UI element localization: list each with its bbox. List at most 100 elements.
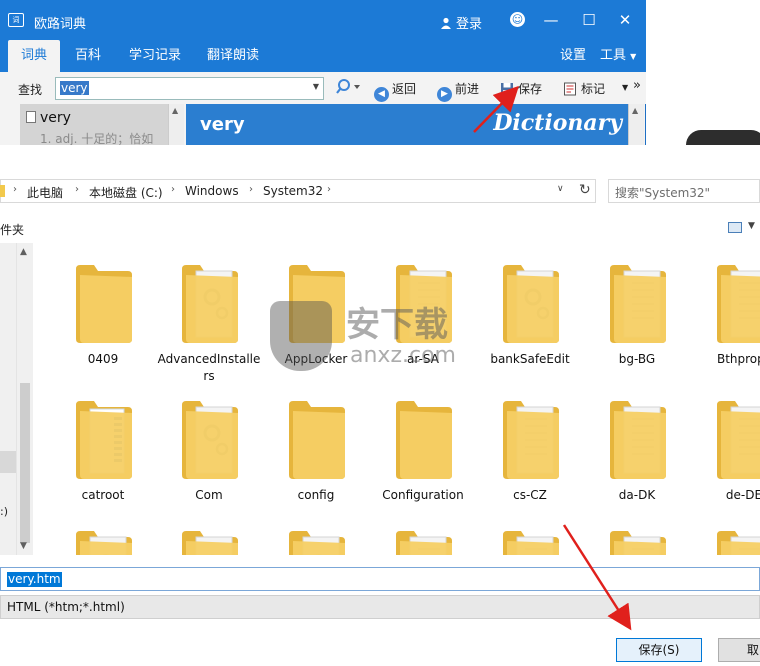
forward-label: 前进: [455, 82, 480, 96]
navigation-scrollbar[interactable]: ▲ ▼: [16, 243, 33, 555]
scroll-thumb[interactable]: [20, 383, 30, 543]
file-name-input[interactable]: very.htm: [0, 567, 760, 591]
breadcrumb-system32[interactable]: System32: [263, 184, 323, 198]
folder-icon: [503, 401, 559, 479]
save-button[interactable]: 保存(S): [616, 638, 702, 662]
navigation-pane[interactable]: :): [0, 243, 16, 555]
folder-item[interactable]: AdvancedInstallers: [156, 249, 262, 383]
bookmark-icon: [564, 82, 576, 96]
folder-item[interactable]: Com: [156, 385, 262, 515]
folder-name: bankSafeEdit: [490, 352, 570, 366]
tab-translate[interactable]: 翻译朗读: [198, 40, 268, 72]
folder-name: bg-BG: [618, 352, 656, 366]
folder-name: Configuration: [382, 488, 464, 502]
breadcrumb-windows[interactable]: Windows: [185, 184, 239, 198]
folder-item[interactable]: bg-BG: [584, 249, 690, 379]
folder-name: ar-SA: [407, 352, 439, 366]
folder-icon: [610, 265, 666, 343]
folder-item[interactable]: [584, 515, 690, 555]
folder-name: da-DK: [618, 488, 656, 502]
new-folder-button[interactable]: 件夹: [0, 221, 24, 238]
nav-drive-label[interactable]: :): [0, 505, 8, 518]
chevron-down-icon[interactable]: ∨: [557, 184, 564, 194]
folder-icon: [182, 265, 238, 343]
folder-item[interactable]: cs-CZ: [477, 385, 583, 515]
command-bar: 件夹 ▼: [0, 213, 760, 243]
desktop-shape: [686, 130, 760, 145]
overflow-button[interactable]: »: [633, 78, 641, 93]
minimize-icon[interactable]: —: [540, 9, 562, 31]
folder-item[interactable]: [50, 515, 156, 555]
chevron-right-icon: ›: [75, 184, 79, 195]
folder-icon: [289, 265, 345, 343]
view-mode-icon[interactable]: [728, 222, 742, 233]
folder-name: AdvancedInstallers: [157, 352, 261, 383]
folder-item[interactable]: 0409: [50, 249, 156, 379]
tools-label: 工具: [600, 48, 627, 63]
list-scrollbar[interactable]: ▲: [168, 104, 184, 145]
breadcrumb-local-disk[interactable]: 本地磁盘 (C:): [89, 184, 163, 201]
chevron-right-icon: ›: [13, 184, 17, 195]
file-type-select[interactable]: HTML (*htm;*.html): [0, 595, 760, 619]
user-icon: [441, 17, 451, 29]
folder-item[interactable]: [156, 515, 262, 555]
folder-item[interactable]: catroot: [50, 385, 156, 515]
tools-menu[interactable]: 工具 ▼: [600, 40, 636, 72]
list-item[interactable]: very: [26, 110, 71, 126]
folder-item[interactable]: config: [263, 385, 369, 515]
folder-item[interactable]: [263, 515, 369, 555]
scroll-up-icon[interactable]: ▲: [20, 247, 27, 257]
close-icon[interactable]: ✕: [614, 9, 636, 31]
chevron-down-icon[interactable]: ▼: [748, 221, 755, 231]
folder-item[interactable]: de-DE: [691, 385, 760, 515]
tab-study-records[interactable]: 学习记录: [120, 40, 190, 72]
login-button[interactable]: 登录: [440, 13, 482, 32]
app-title: 欧路词典: [34, 17, 87, 32]
save-as-dialog: › 此电脑 › 本地磁盘 (C:) › Windows › System32 ›…: [0, 145, 760, 666]
folder-icon: [396, 531, 452, 555]
refresh-icon[interactable]: ↻: [579, 182, 591, 198]
folder-item[interactable]: [477, 515, 583, 555]
chevron-down-icon[interactable]: ▼: [313, 82, 319, 91]
folder-item[interactable]: da-DK: [584, 385, 690, 515]
dictionary-titlebar: 词 欧路词典 登录 ☺ — ☐ ✕: [0, 0, 646, 40]
folder-name: 0409: [87, 352, 119, 366]
cancel-button[interactable]: 取: [718, 638, 760, 662]
folder-item[interactable]: Configuration: [370, 385, 476, 515]
forward-button[interactable]: ▶ 前进: [437, 80, 479, 102]
folder-item[interactable]: Bthprops: [691, 249, 760, 379]
chevron-down-icon[interactable]: ▼: [622, 83, 628, 92]
scroll-up-icon: ▲: [172, 106, 179, 115]
address-bar[interactable]: › 此电脑 › 本地磁盘 (C:) › Windows › System32 ›…: [0, 179, 596, 203]
folder-icon: [396, 265, 452, 343]
folder-item[interactable]: AppLocker: [263, 249, 369, 379]
settings-menu[interactable]: 设置: [560, 40, 586, 72]
bookmark-button[interactable]: 标记: [563, 80, 605, 97]
document-icon: [26, 111, 36, 123]
forward-icon: ▶: [437, 87, 452, 102]
folder-item[interactable]: [691, 515, 760, 555]
breadcrumb-this-pc[interactable]: 此电脑: [27, 184, 63, 201]
screenshot-root: 词 欧路词典 登录 ☺ — ☐ ✕ 词典 百科 学习记录 翻译朗读 设置 工具 …: [0, 0, 760, 666]
folder-name: AppLocker: [284, 352, 348, 366]
folder-icon: [289, 531, 345, 555]
folder-name: catroot: [81, 488, 125, 502]
folder-item[interactable]: ar-SA: [370, 249, 476, 379]
back-button[interactable]: ◀ 返回: [374, 80, 416, 102]
save-toolbar-button[interactable]: 保存: [500, 80, 542, 97]
folder-search-input[interactable]: 搜索"System32": [608, 179, 760, 203]
nav-selected-item[interactable]: [0, 451, 16, 473]
tab-dictionary[interactable]: 词典: [8, 40, 60, 72]
definition-scrollbar[interactable]: ▲: [628, 104, 644, 145]
smile-icon[interactable]: ☺: [510, 12, 525, 27]
folder-item[interactable]: bankSafeEdit: [477, 249, 583, 379]
folder-item[interactable]: [370, 515, 476, 555]
back-label: 返回: [392, 82, 417, 96]
lookup-button[interactable]: [336, 78, 362, 99]
tab-encyclopedia[interactable]: 百科: [66, 40, 110, 72]
scroll-down-icon[interactable]: ▼: [20, 541, 27, 551]
desktop-background: [646, 0, 760, 145]
maximize-icon[interactable]: ☐: [578, 9, 600, 31]
search-input[interactable]: very ▼: [55, 77, 324, 100]
folder-icon: [76, 401, 132, 479]
